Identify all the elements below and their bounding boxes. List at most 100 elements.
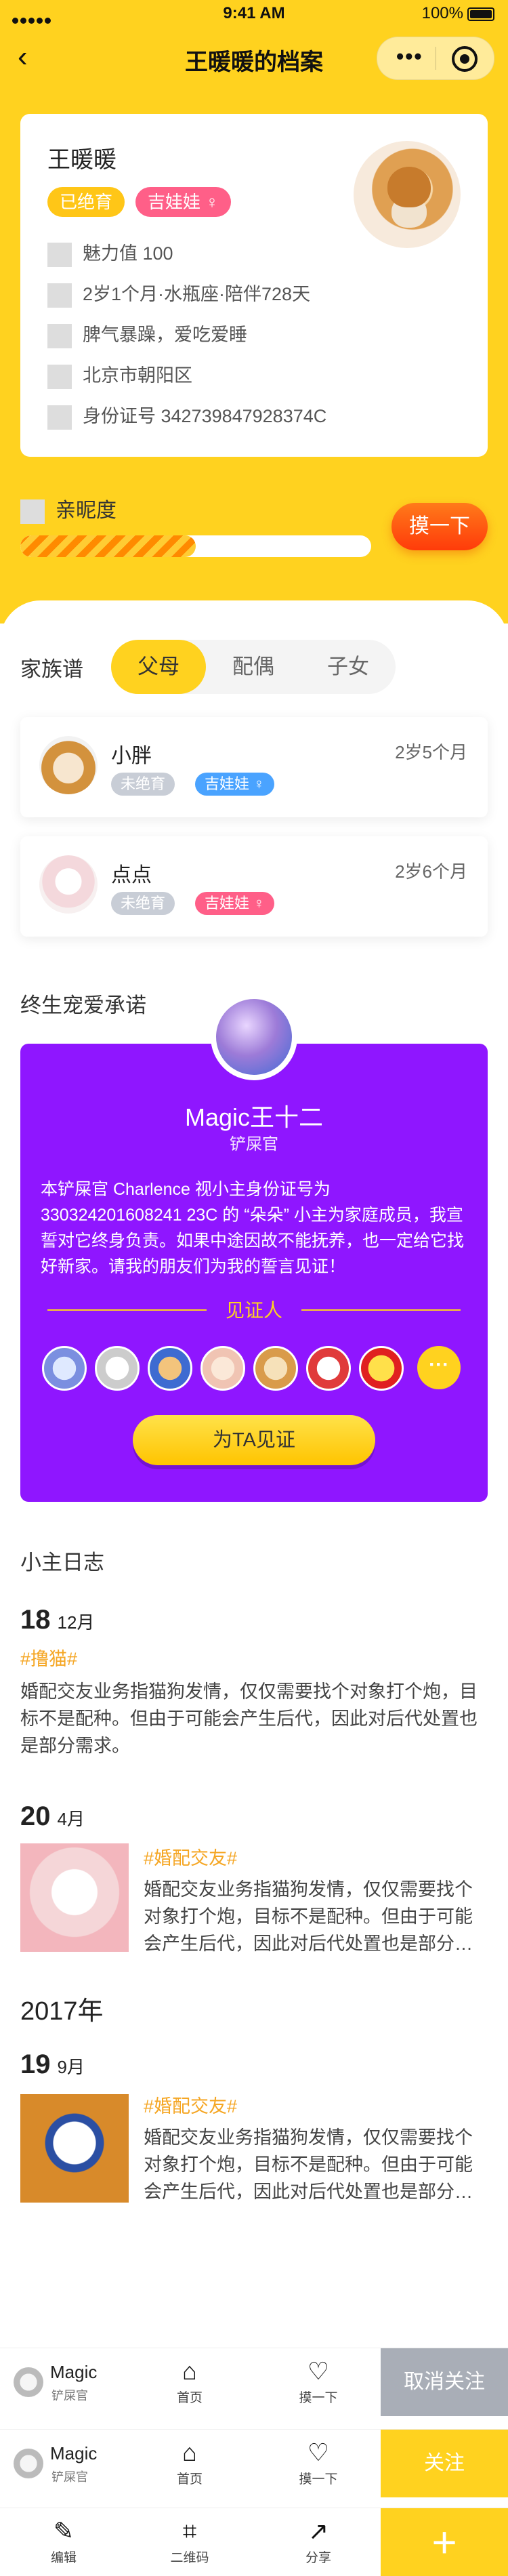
- member-age: 2岁5个月: [395, 742, 467, 762]
- diary-text: 婚配交友业务指猫狗发情，仅仅需要找个对象打个炮，目标不是配种。但由于可能会产生后…: [144, 1879, 473, 1954]
- touch-label: 摸一下: [299, 2391, 338, 2405]
- qrcode-label: 二维码: [170, 2551, 209, 2565]
- diary-month: 4月: [57, 1809, 85, 1829]
- home-label: 首页: [176, 2391, 203, 2405]
- member-breed-badge: 吉娃娃 ♀: [195, 773, 274, 796]
- diary-photo[interactable]: [20, 2094, 129, 2203]
- heart-icon: ♡: [307, 2438, 330, 2466]
- add-button[interactable]: +: [381, 2508, 508, 2576]
- home-button[interactable]: ⌂ 首页: [156, 2436, 224, 2487]
- member-breed-badge: 吉娃娃 ♀: [195, 892, 274, 915]
- user-role: 铲屎官: [51, 2389, 88, 2403]
- witness-button[interactable]: 为TA见证: [133, 1415, 375, 1465]
- diary-photo[interactable]: [20, 1843, 129, 1952]
- follower-bottom-bar: Magic 铲屎官 ⌂ 首页 ♡ 摸一下 取消关注: [0, 2348, 508, 2416]
- intimacy-label-text: 亲昵度: [56, 499, 117, 522]
- member-name: 点点: [111, 864, 152, 886]
- age-row: 2岁1个月·水瓶座·陪伴728天: [47, 279, 310, 309]
- unfollow-button[interactable]: 取消关注: [381, 2348, 508, 2416]
- owner-bottom-bar: ✎ 编辑 ⌗ 二维码 ↗ 分享 +: [0, 2508, 508, 2576]
- member-avatar: [39, 855, 98, 914]
- touch-button[interactable]: ♡ 摸一下: [284, 2355, 352, 2406]
- member-age: 2岁6个月: [395, 861, 467, 882]
- diary-text: 婚配交友业务指猫狗发情，仅仅需要找个对象打个炮，目标不是配种。但由于可能会产生后…: [20, 1681, 478, 1756]
- family-member-card[interactable]: 点点 2岁6个月 未绝育 吉娃娃 ♀: [20, 836, 488, 937]
- age-text: 2岁1个月·水瓶座·陪伴728天: [83, 284, 311, 304]
- pledge-card: Magic王十二 铲屎官 本铲屎官 Charlence 视小主身份证号为3303…: [20, 1044, 488, 1502]
- witness-avatar[interactable]: [306, 1346, 351, 1391]
- share-button[interactable]: ↗ 分享: [284, 2515, 352, 2566]
- witness-avatar[interactable]: [42, 1346, 87, 1391]
- diary-day: 18: [20, 1605, 51, 1635]
- home-icon: ⌂: [182, 2357, 197, 2385]
- heart-icon: [20, 499, 45, 525]
- qrcode-icon: ⌗: [182, 2517, 197, 2545]
- charm-row: 魅力值 100: [47, 239, 173, 268]
- tab-children[interactable]: 子女: [301, 640, 396, 694]
- diary-year: 2017年: [20, 1997, 104, 2026]
- diary-topic[interactable]: #撸猫#: [20, 1644, 77, 1671]
- home-button[interactable]: ⌂ 首页: [156, 2355, 224, 2406]
- id-row: 身份证号 342739847928374C: [47, 401, 326, 431]
- user-name: Magic: [50, 2443, 98, 2463]
- pen-icon: ✎: [53, 2517, 75, 2545]
- user-avatar: [14, 2449, 43, 2478]
- family-tabs: 父母 配偶 子女: [111, 640, 396, 694]
- temper-row: 脾气暴躁，爱吃爱睡: [47, 320, 247, 350]
- family-tree-label: 家族谱: [20, 657, 83, 681]
- user-name: Magic: [50, 2362, 98, 2382]
- tab-parents[interactable]: 父母: [111, 640, 206, 694]
- pet-name: 王暖暖: [47, 147, 117, 173]
- pledge-text: 本铲屎官 Charlence 视小主身份证号为330324201608241 2…: [41, 1180, 465, 1276]
- more-icon[interactable]: •••: [396, 44, 423, 69]
- status-bar: 9:41 AM 100%: [0, 0, 508, 27]
- pet-touch-button[interactable]: 摸一下: [391, 503, 488, 550]
- charm-icon: [47, 242, 72, 267]
- location-text: 北京市朝阳区: [83, 365, 192, 386]
- witness-avatar[interactable]: [200, 1346, 245, 1391]
- close-target-icon[interactable]: [452, 46, 478, 72]
- battery-text: 100%: [421, 4, 463, 22]
- share-icon: ↗: [308, 2517, 329, 2545]
- follow-button[interactable]: 关注: [381, 2430, 508, 2497]
- pet-avatar: [354, 141, 461, 248]
- touch-button[interactable]: ♡ 摸一下: [284, 2436, 352, 2487]
- witness-avatar[interactable]: [95, 1346, 140, 1391]
- home-label: 首页: [176, 2472, 203, 2487]
- diary-topic[interactable]: #婚配交友#: [144, 2091, 237, 2118]
- witness-avatar[interactable]: [148, 1346, 192, 1391]
- owner-role: 铲屎官: [230, 1135, 278, 1153]
- intimacy-progress-fill: [20, 535, 196, 557]
- qrcode-button[interactable]: ⌗ 二维码: [156, 2515, 224, 2566]
- more-witnesses-icon[interactable]: ···: [417, 1346, 461, 1389]
- intimacy-progress: [20, 535, 371, 557]
- diary-month: 12月: [57, 1612, 95, 1633]
- member-avatar: [39, 736, 98, 794]
- member-neuter-badge: 未绝育: [111, 892, 175, 915]
- diary-day: 20: [20, 1801, 51, 1831]
- diary-date: 19 9月: [20, 2049, 85, 2080]
- navigation-bar: ‹ 王暖暖的档案 •••: [0, 27, 508, 88]
- family-member-card[interactable]: 小胖 2岁5个月 未绝育 吉娃娃 ♀: [20, 717, 488, 817]
- diary-day: 19: [20, 2049, 51, 2079]
- share-label: 分享: [305, 2551, 331, 2565]
- location-row: 北京市朝阳区: [47, 361, 192, 390]
- edit-button[interactable]: ✎ 编辑: [30, 2515, 98, 2566]
- temper-text: 脾气暴躁，爱吃爱睡: [83, 325, 247, 345]
- witness-avatar[interactable]: [359, 1346, 404, 1391]
- location-icon: [47, 364, 72, 389]
- home-icon: ⌂: [182, 2438, 197, 2466]
- user-avatar: [14, 2367, 43, 2397]
- intimacy-section: 亲昵度: [20, 496, 373, 557]
- charm-text: 魅力值 100: [83, 243, 173, 264]
- tab-spouse[interactable]: 配偶: [206, 640, 301, 694]
- battery-indicator: 100%: [422, 4, 494, 23]
- member-name: 小胖: [111, 745, 152, 767]
- witness-avatar[interactable]: [253, 1346, 298, 1391]
- edit-label: 编辑: [50, 2551, 77, 2565]
- diary-section-title: 小主日志: [20, 1551, 104, 1574]
- diary-date: 18 12月: [20, 1605, 94, 1635]
- diary-topic[interactable]: #婚配交友#: [144, 1843, 237, 1870]
- temper-icon: [47, 323, 72, 348]
- owner-name: Magic王十二: [184, 1103, 324, 1131]
